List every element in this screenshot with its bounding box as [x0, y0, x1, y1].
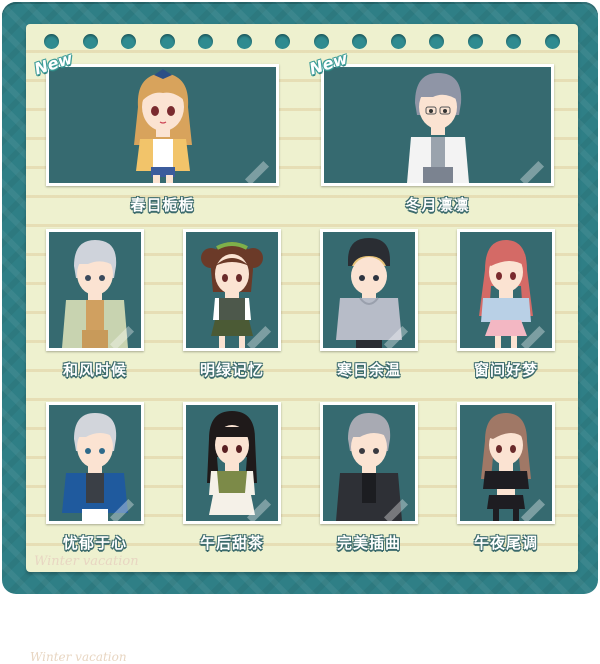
outfit-name: 忧郁于心 — [62, 534, 127, 552]
outfit-card-9[interactable]: 完美插曲 — [320, 402, 418, 556]
binder-holes — [44, 34, 560, 50]
outfit-card-6[interactable]: 窗间好梦 — [457, 229, 555, 383]
binder-hole — [390, 34, 406, 49]
outfit-portrait — [457, 402, 555, 524]
outfit-portrait — [183, 229, 281, 351]
outfit-portrait — [457, 229, 555, 351]
outfit-name: 午夜尾调 — [473, 534, 538, 552]
outfit-name: 和风时候 — [62, 361, 127, 379]
outfit-name: 寒日余温 — [336, 361, 401, 379]
binder-hole — [352, 34, 368, 49]
binder-hole — [236, 34, 252, 49]
binder-hole — [121, 34, 137, 49]
outfit-name: 冬月凛凛 — [405, 196, 470, 214]
outfit-name: 窗间好梦 — [473, 361, 538, 379]
outfit-name: 明绿记忆 — [199, 361, 264, 379]
binder-hole — [313, 34, 329, 49]
character-figure — [133, 69, 192, 183]
watermark-text: Winter vacation — [34, 554, 139, 569]
outfit-portrait — [320, 402, 418, 524]
outfit-card-5[interactable]: 寒日余温 — [320, 229, 418, 383]
outfit-name: 完美插曲 — [336, 534, 401, 552]
card-shine — [519, 160, 545, 183]
binder-hole — [198, 34, 214, 49]
outfit-card-8[interactable]: 午后甜茶 — [183, 402, 281, 556]
outfit-card-10[interactable]: 午夜尾调 — [457, 402, 555, 556]
outfit-name: 春日栀栀 — [130, 196, 195, 214]
outfit-portrait — [320, 229, 418, 351]
outfit-portrait — [183, 402, 281, 524]
outfit-card-1[interactable]: New 春日栀栀 — [32, 48, 279, 224]
outfit-portrait — [46, 229, 144, 351]
watermark-text-bottom: Winter vacation — [30, 650, 127, 664]
outfit-portrait — [46, 402, 144, 524]
outfit-card-2[interactable]: New 冬月凛凛 — [307, 48, 554, 224]
binder-hole — [44, 34, 59, 49]
outfit-card-7[interactable]: 忧郁于心 — [46, 402, 144, 556]
character-figure — [406, 73, 469, 183]
outfit-portrait — [46, 64, 279, 186]
binder-hole — [544, 34, 560, 49]
binder-hole — [506, 34, 522, 49]
binder-hole — [275, 34, 291, 49]
outfit-portrait — [321, 64, 554, 186]
card-shine — [244, 160, 270, 183]
outfit-name: 午后甜茶 — [199, 534, 264, 552]
outfit-card-3[interactable]: 和风时候 — [46, 229, 144, 383]
outfit-card-4[interactable]: 明绿记忆 — [183, 229, 281, 383]
binder-hole — [159, 34, 175, 49]
binder-hole — [467, 34, 483, 49]
binder-hole — [82, 34, 98, 49]
binder-hole — [429, 34, 445, 49]
